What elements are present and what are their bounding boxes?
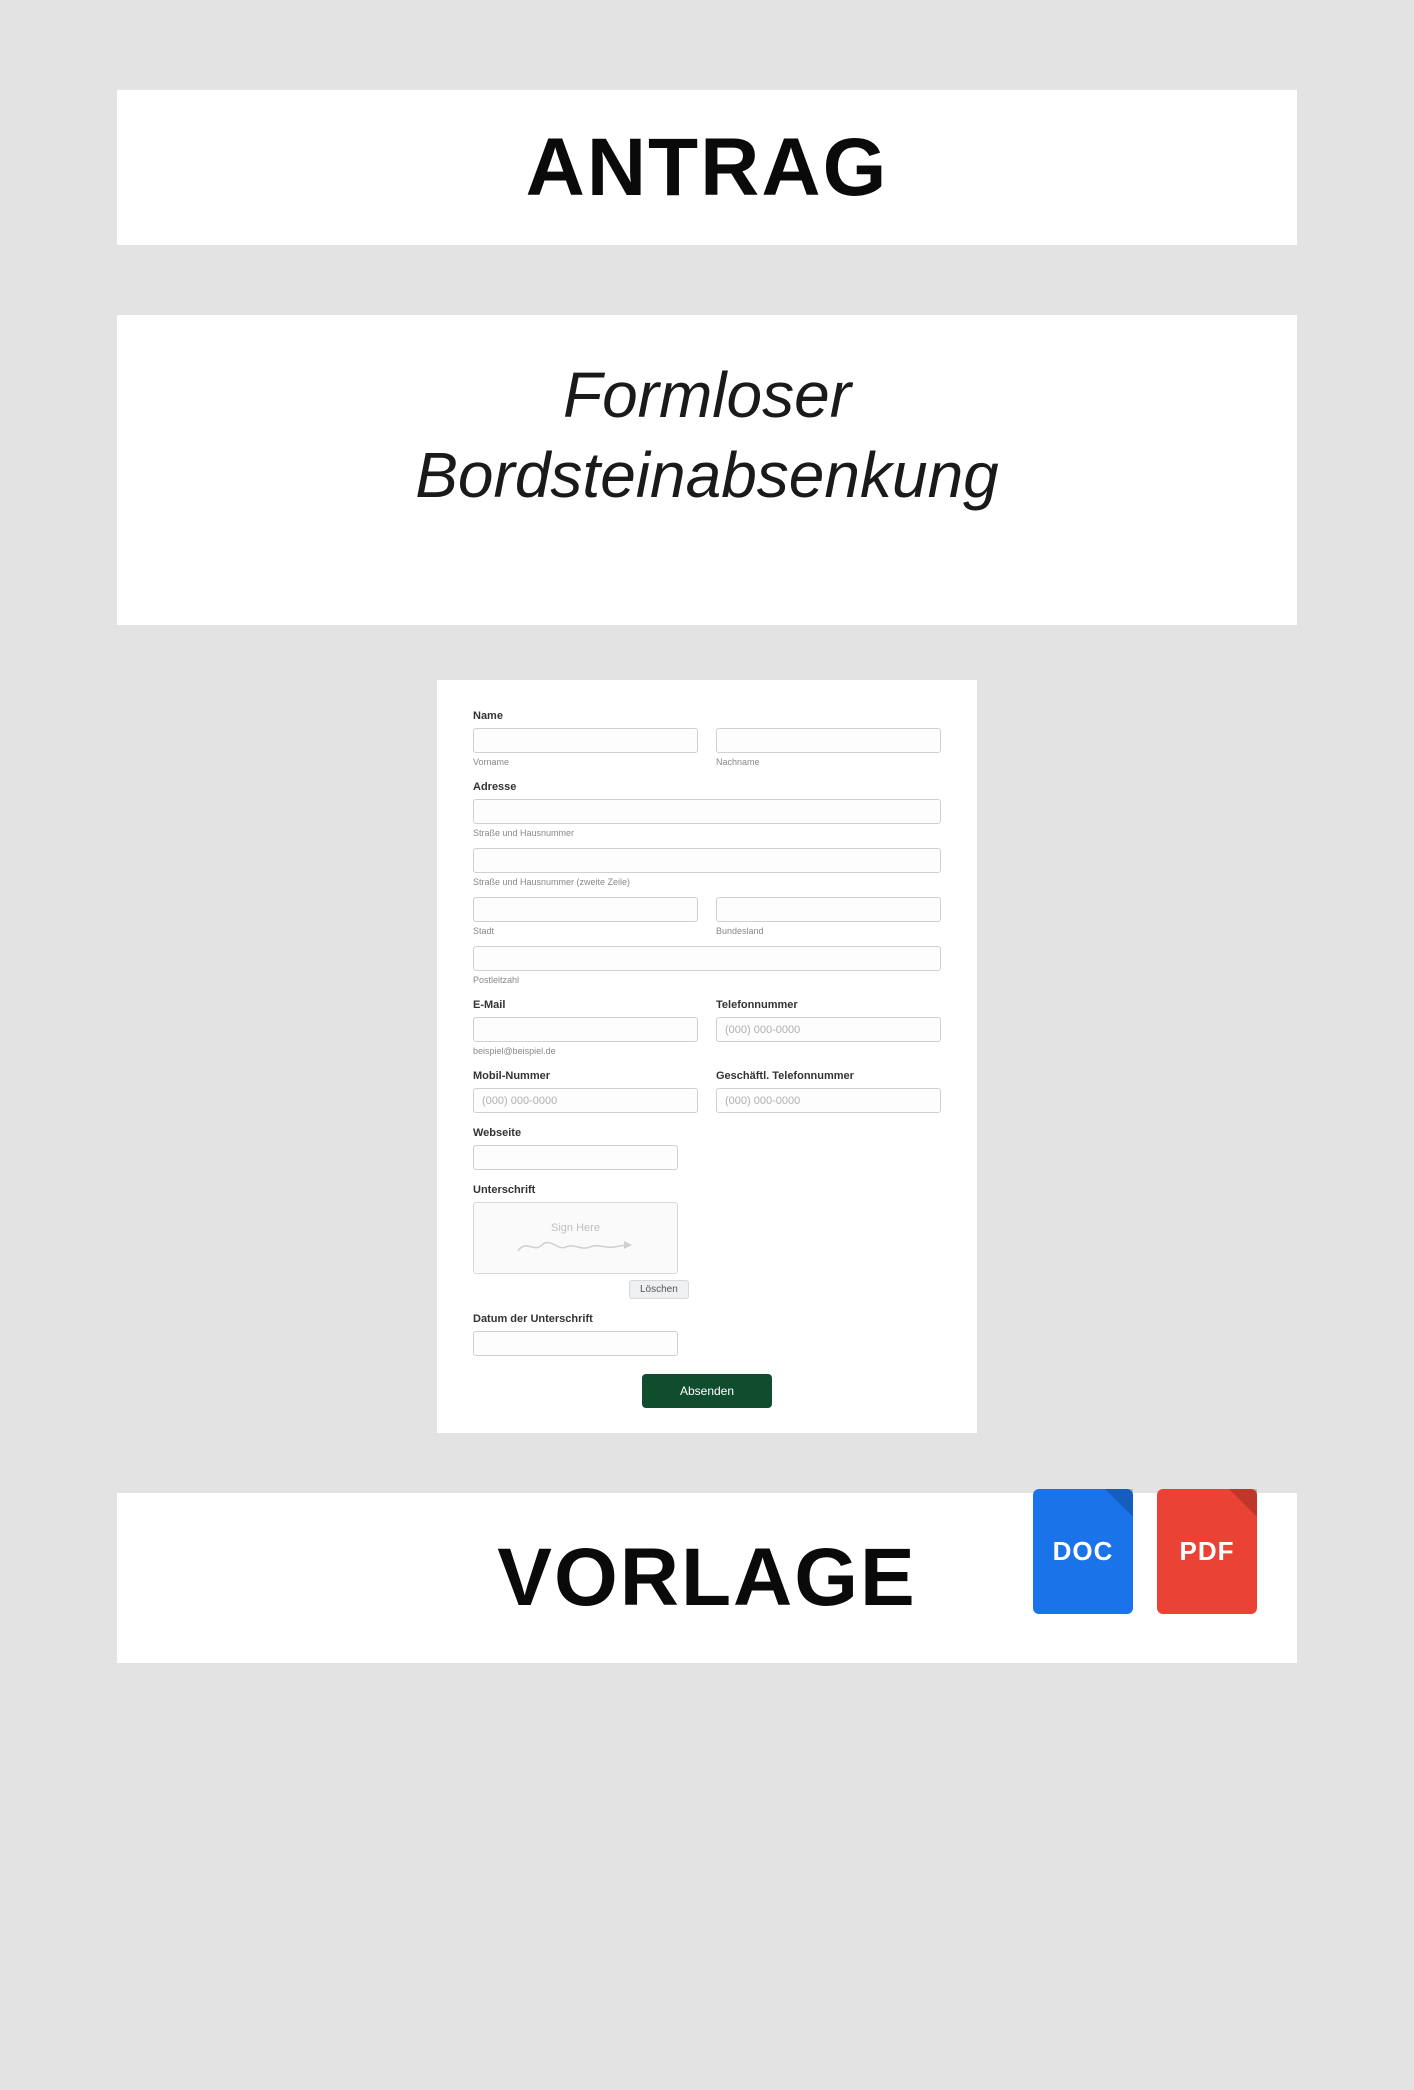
website-input[interactable]	[473, 1145, 678, 1170]
doc-label: DOC	[1053, 1536, 1114, 1567]
doc-file-icon[interactable]: DOC	[1033, 1489, 1133, 1614]
form-card: Name Vorname Nachname Adresse Straße und…	[437, 680, 977, 1433]
page-title: ANTRAG	[526, 121, 889, 215]
pdf-label: PDF	[1180, 1536, 1235, 1567]
street2-sublabel: Straße und Hausnummer (zweite Zeile)	[473, 877, 941, 887]
website-label: Webseite	[473, 1127, 941, 1139]
sigdate-input[interactable]	[473, 1331, 678, 1356]
city-sublabel: Stadt	[473, 926, 698, 936]
doc-fold-icon	[1105, 1489, 1133, 1517]
submit-button[interactable]: Absenden	[642, 1374, 772, 1408]
name-section: Name Vorname Nachname	[473, 710, 941, 767]
signature-scribble-icon	[516, 1237, 636, 1255]
header-card: ANTRAG	[117, 90, 1297, 245]
subtitle-line1: Formloser	[563, 359, 851, 431]
state-input[interactable]	[716, 897, 941, 922]
subtitle-text: Formloser Bordsteinabsenkung	[415, 355, 999, 515]
sigdate-section: Datum der Unterschrift	[473, 1313, 941, 1356]
workphone-input[interactable]	[716, 1088, 941, 1113]
firstname-sublabel: Vorname	[473, 757, 698, 767]
contact-row2: Mobil-Nummer Geschäftl. Telefonnummer	[473, 1070, 941, 1113]
postal-input[interactable]	[473, 946, 941, 971]
signature-placeholder: Sign Here	[516, 1222, 636, 1255]
city-input[interactable]	[473, 897, 698, 922]
workphone-label: Geschäftl. Telefonnummer	[716, 1070, 941, 1082]
lastname-input[interactable]	[716, 728, 941, 753]
sign-here-text: Sign Here	[551, 1222, 600, 1234]
state-sublabel: Bundesland	[716, 926, 941, 936]
signature-section: Unterschrift Sign Here Löschen	[473, 1184, 941, 1299]
postal-sublabel: Postleitzahl	[473, 975, 941, 985]
footer-title: VORLAGE	[497, 1531, 916, 1625]
lastname-sublabel: Nachname	[716, 757, 941, 767]
email-label: E-Mail	[473, 999, 698, 1011]
mobile-input[interactable]	[473, 1088, 698, 1113]
file-icons: DOC PDF	[1033, 1489, 1257, 1614]
mobile-label: Mobil-Nummer	[473, 1070, 698, 1082]
contact-row1: E-Mail beispiel@beispiel.de Telefonnumme…	[473, 999, 941, 1056]
address-label: Adresse	[473, 781, 941, 793]
signature-pad[interactable]: Sign Here	[473, 1202, 678, 1274]
signature-label: Unterschrift	[473, 1184, 941, 1196]
email-example: beispiel@beispiel.de	[473, 1046, 698, 1056]
firstname-input[interactable]	[473, 728, 698, 753]
address-section: Adresse Straße und Hausnummer Straße und…	[473, 781, 941, 985]
website-section: Webseite	[473, 1127, 941, 1170]
pdf-file-icon[interactable]: PDF	[1157, 1489, 1257, 1614]
sigdate-label: Datum der Unterschrift	[473, 1313, 941, 1325]
subtitle-card: Formloser Bordsteinabsenkung	[117, 315, 1297, 625]
street1-input[interactable]	[473, 799, 941, 824]
clear-signature-button[interactable]: Löschen	[629, 1280, 689, 1299]
name-label: Name	[473, 710, 941, 722]
subtitle-line2: Bordsteinabsenkung	[415, 439, 999, 511]
street1-sublabel: Straße und Hausnummer	[473, 828, 941, 838]
phone-input[interactable]	[716, 1017, 941, 1042]
street2-input[interactable]	[473, 848, 941, 873]
email-input[interactable]	[473, 1017, 698, 1042]
pdf-fold-icon	[1229, 1489, 1257, 1517]
phone-label: Telefonnummer	[716, 999, 941, 1011]
